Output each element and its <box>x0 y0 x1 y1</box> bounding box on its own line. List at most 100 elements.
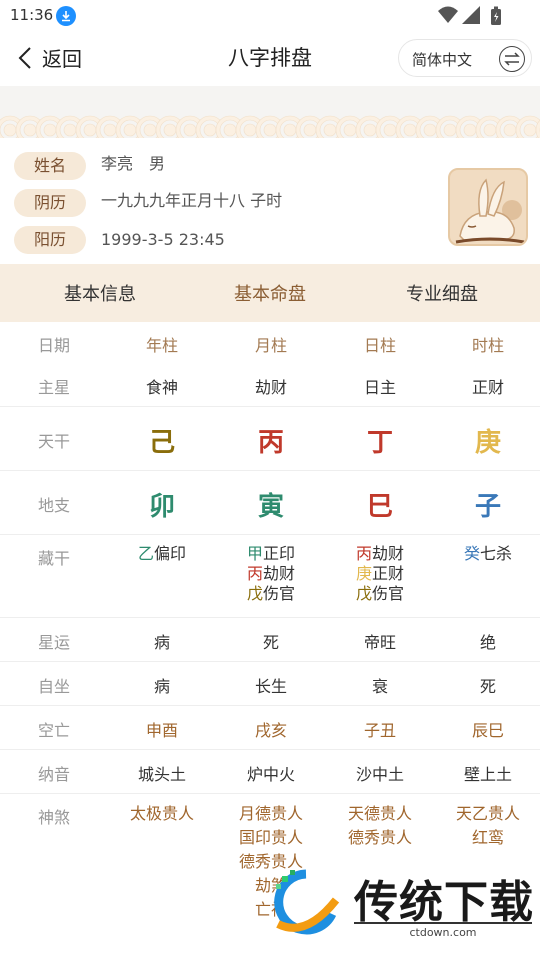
solar-value: 1999-3-5 23:45 <box>101 230 225 249</box>
shensha-item: 德秀贵人 <box>347 828 412 847</box>
table-cell: 死 <box>262 633 279 652</box>
canggan-god: 劫财 <box>372 544 405 563</box>
canggan-entry: 丙劫财 <box>326 544 434 564</box>
signal-icon <box>462 6 480 24</box>
row-label: 自坐 <box>37 677 70 696</box>
table-cell: 帝旺 <box>363 633 396 652</box>
name-value: 李亮 男 <box>101 154 166 173</box>
rabbit-icon <box>455 178 525 244</box>
dizhi-hour: 子 <box>474 492 501 522</box>
table-row-xingyun: 星运 病 死 帝旺 绝 <box>0 618 540 662</box>
table-cell: 长生 <box>254 677 287 696</box>
canggan-stem: 丙 <box>355 544 372 563</box>
tiangan-hour: 庚 <box>474 428 501 458</box>
watermark-logo-icon <box>274 869 340 935</box>
tiangan-month: 丙 <box>257 428 284 458</box>
canggan-entry: 甲正印 <box>217 544 325 564</box>
canggan-entry: 庚正财 <box>326 564 434 584</box>
canggan-god: 劫财 <box>263 564 296 583</box>
header-label: 日期 <box>37 336 70 355</box>
table-cell: 壁上土 <box>463 765 512 784</box>
swap-button[interactable] <box>499 46 525 72</box>
tab-bar: 基本信息 基本命盘 专业细盘 <box>0 264 540 322</box>
table-cell: 申酉 <box>145 721 178 740</box>
canggan-stem: 丙 <box>246 564 263 583</box>
canggan-stem: 戊 <box>246 584 263 603</box>
canggan-god: 伤官 <box>372 584 405 603</box>
shensha-item: 天乙贵人 <box>455 804 520 823</box>
table-row-zhuxing: 主星 食神 劫财 日主 正财 <box>0 362 540 407</box>
lunar-value: 一九九九年正月十八 子时 <box>101 191 283 210</box>
shensha-item: 红鸾 <box>471 828 504 847</box>
table-row-dizhi: 地支 卯 寅 巳 子 <box>0 471 540 535</box>
header-year: 年柱 <box>145 336 178 355</box>
table-cell: 正财 <box>471 378 504 397</box>
table-cell: 日主 <box>363 378 396 397</box>
dizhi-year: 卯 <box>148 492 175 522</box>
table-cell: 衰 <box>371 677 388 696</box>
canggan-year: 乙偏印 <box>108 544 216 564</box>
table-cell: 城头土 <box>137 765 186 784</box>
canggan-stem: 癸 <box>463 544 480 563</box>
header-day: 日柱 <box>363 336 396 355</box>
shensha-item: 月德贵人 <box>238 804 303 823</box>
canggan-hour: 癸七杀 <box>434 544 540 564</box>
canggan-entry: 癸七杀 <box>434 544 540 564</box>
canggan-month: 甲正印 丙劫财 戊伤官 <box>217 544 325 604</box>
canggan-god: 偏印 <box>154 544 187 563</box>
nav-bar: 返回 八字排盘 简体中文 <box>0 32 540 86</box>
row-label: 星运 <box>37 633 70 652</box>
dizhi-day: 巳 <box>366 492 393 522</box>
canggan-stem: 甲 <box>246 544 263 563</box>
canggan-stem: 庚 <box>355 564 372 583</box>
canggan-god: 七杀 <box>480 544 513 563</box>
row-label: 主星 <box>37 378 70 397</box>
canggan-stem: 戊 <box>355 584 372 603</box>
status-bar: 11:36 <box>0 0 540 32</box>
canggan-day: 丙劫财 庚正财 戊伤官 <box>326 544 434 604</box>
table-row-kongwang: 空亡 申酉 戌亥 子丑 辰巳 <box>0 706 540 750</box>
table-cell: 辰巳 <box>471 721 504 740</box>
canggan-stem: 乙 <box>137 544 154 563</box>
solar-label: 阳历 <box>14 226 86 254</box>
table-row-canggan: 藏干 乙偏印 甲正印 丙劫财 戊伤官 丙劫财 庚正财 戊伤官 癸七杀 <box>0 535 540 618</box>
canggan-god: 正印 <box>263 544 296 563</box>
row-label: 地支 <box>37 496 70 515</box>
swap-icon <box>504 52 520 66</box>
decorative-banner <box>0 86 540 138</box>
shensha-item: 国印贵人 <box>238 828 303 847</box>
tab-basic-chart[interactable]: 基本命盘 <box>180 280 360 306</box>
language-switch[interactable]: 简体中文 <box>412 49 472 70</box>
table-row-tiangan: 天干 己 丙 丁 庚 <box>0 407 540 471</box>
lunar-label: 阴历 <box>14 189 86 217</box>
nav-capsule: 简体中文 <box>398 39 532 77</box>
tab-pro-chart[interactable]: 专业细盘 <box>352 280 532 306</box>
battery-icon <box>491 6 501 25</box>
row-label: 空亡 <box>37 721 70 740</box>
profile-section: 姓名 李亮 男 阴历 一九九九年正月十八 子时 阳历 1999-3-5 23:4… <box>0 138 540 264</box>
row-label: 天干 <box>37 432 70 451</box>
table-row-nayin: 纳音 城头土 炉中火 沙中土 壁上土 <box>0 750 540 794</box>
table-cell: 食神 <box>145 378 178 397</box>
canggan-entry: 戊伤官 <box>217 584 325 604</box>
table-cell: 戌亥 <box>254 721 287 740</box>
table-cell: 病 <box>153 677 170 696</box>
shensha-year: 太极贵人 <box>108 802 216 826</box>
table-cell: 炉中火 <box>246 765 295 784</box>
tiangan-day: 丁 <box>366 428 393 458</box>
name-label: 姓名 <box>14 152 86 180</box>
tab-basic-info[interactable]: 基本信息 <box>10 280 190 306</box>
shensha-day: 天德贵人 德秀贵人 <box>326 802 434 850</box>
shensha-hour: 天乙贵人 红鸾 <box>434 802 540 850</box>
canggan-god: 伤官 <box>263 584 296 603</box>
canggan-god: 正财 <box>372 564 405 583</box>
wave-pattern <box>0 115 540 138</box>
table-cell: 病 <box>153 633 170 652</box>
download-icon <box>56 6 76 26</box>
shensha-item: 太极贵人 <box>129 804 194 823</box>
row-label: 藏干 <box>37 549 70 568</box>
zodiac-rabbit-avatar <box>448 168 528 246</box>
table-cell: 死 <box>479 677 496 696</box>
table-cell: 子丑 <box>363 721 396 740</box>
wifi-icon <box>438 6 458 23</box>
